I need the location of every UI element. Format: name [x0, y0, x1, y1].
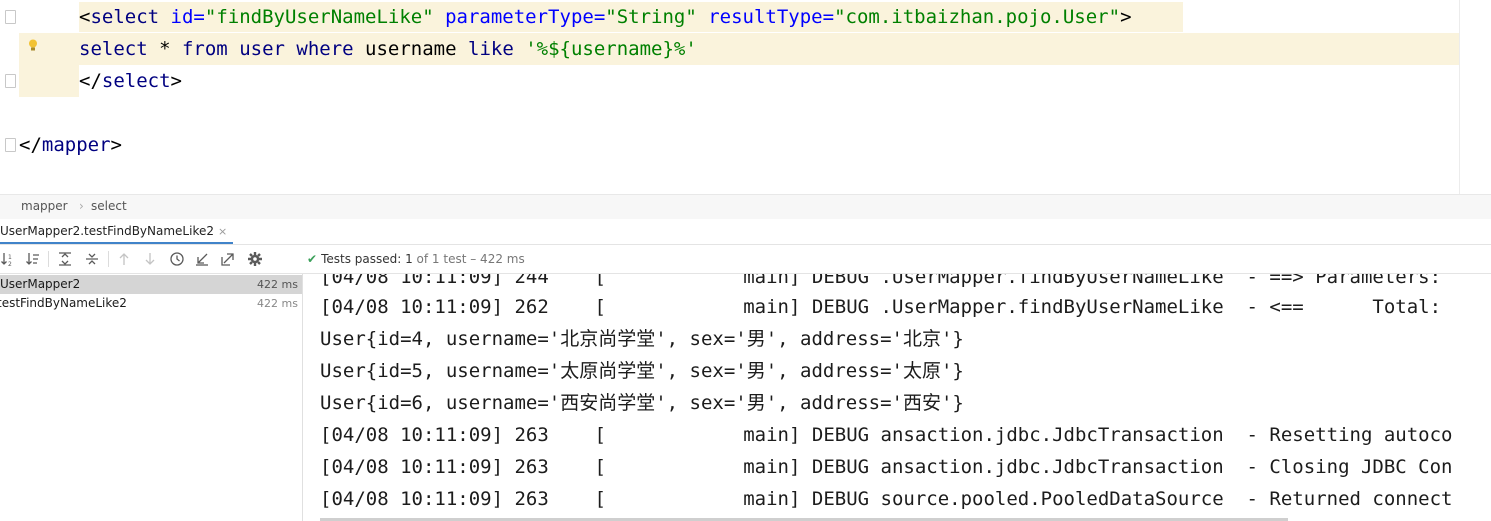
export-tests-icon[interactable]	[220, 251, 236, 267]
test-tree-row[interactable]: UserMapper2 422 ms	[0, 275, 302, 294]
test-method-name: testFindByNameLike2	[0, 296, 127, 310]
breadcrumb: mapper › select	[0, 194, 1491, 220]
console-line: User{id=6, username='西安尚学堂', sex='男', ad…	[320, 392, 964, 414]
test-tree: UserMapper2 422 ms testFindByNameLike2 4…	[0, 274, 303, 521]
editor-scroll-gutter[interactable]	[1459, 0, 1460, 194]
previous-failed-test-icon[interactable]	[116, 251, 132, 267]
code-token: resultType=	[708, 6, 835, 28]
console-line: [04/08 10:11:09] 263 [ main] DEBUG ansac…	[320, 424, 1453, 446]
intention-bulb-icon[interactable]	[28, 39, 38, 51]
code-token: >	[1120, 6, 1132, 28]
tab-label: UserMapper2.testFindByNameLike2	[0, 224, 214, 238]
code-token: </	[19, 134, 42, 156]
code-token: "findByUserNameLike"	[204, 6, 434, 28]
next-failed-test-icon[interactable]	[142, 251, 158, 267]
collapse-all-icon[interactable]	[84, 251, 100, 267]
code-token: </	[79, 70, 102, 92]
svg-text:2: 2	[8, 261, 12, 267]
toolbar-separator	[48, 251, 49, 267]
code-token: >	[170, 70, 182, 92]
code-token: where	[296, 38, 354, 60]
code-token: like	[468, 38, 514, 60]
test-status-label: Tests passed:	[321, 252, 406, 266]
code-token: mapper	[41, 134, 111, 156]
code-token: from	[181, 38, 228, 60]
code-token: <	[79, 6, 91, 28]
breadcrumb-item-mapper[interactable]: mapper	[21, 199, 68, 213]
breadcrumb-item-select[interactable]: select	[91, 199, 127, 213]
test-duration: 422 ms	[257, 297, 298, 310]
console-line: [04/08 10:11:09] 263 [ main] DEBUG sourc…	[320, 488, 1453, 510]
code-line: <select id="findByUserNameLike" paramete…	[79, 1, 1132, 33]
test-class-name: UserMapper2	[0, 277, 81, 291]
test-status: ✔ Tests passed: 1 of 1 test – 422 ms	[307, 245, 525, 273]
test-runner-toolbar: 12 ✔ Tests passed: 1 of 1 test – 422 ms	[0, 245, 1491, 274]
code-line: </mapper>	[19, 129, 122, 161]
sort-by-duration-icon[interactable]	[25, 251, 41, 267]
console-line: User{id=5, username='太原尚学堂', sex='男', ad…	[320, 360, 964, 382]
console-line: User{id=4, username='北京尚学堂', sex='男', ad…	[320, 328, 964, 350]
test-history-icon[interactable]	[169, 251, 185, 267]
code-line: </select>	[79, 65, 182, 97]
code-token: select	[90, 6, 160, 28]
code-token: id=	[170, 6, 205, 28]
import-tests-icon[interactable]	[194, 251, 210, 267]
code-token: "String"	[605, 6, 697, 28]
code-token: parameterType=	[445, 6, 606, 28]
sort-alphabetically-icon[interactable]: 12	[0, 251, 16, 268]
console-output[interactable]: [04/08 10:11:09] 244 [ main] DEBUG .User…	[303, 274, 1491, 521]
code-token: >	[110, 134, 122, 156]
code-token: "com.itbaizhan.pojo.User"	[834, 6, 1121, 28]
code-token: username	[353, 38, 468, 60]
expand-all-icon[interactable]	[57, 251, 73, 267]
fold-marker-icon[interactable]	[5, 74, 16, 88]
code-token: *	[147, 38, 182, 60]
test-tree-row[interactable]: testFindByNameLike2 422 ms	[0, 294, 302, 313]
settings-icon[interactable]	[247, 251, 263, 267]
test-duration: 422 ms	[257, 278, 298, 291]
close-icon[interactable]: ×	[218, 225, 227, 238]
console-line: [04/08 10:11:09] 262 [ main] DEBUG .User…	[320, 296, 1453, 318]
tab-run-configuration[interactable]: UserMapper2.testFindByNameLike2 ×	[0, 219, 234, 244]
toolbar-separator	[108, 251, 109, 267]
fold-marker-icon[interactable]	[5, 138, 16, 152]
console-line: [04/08 10:11:09] 263 [ main] DEBUG ansac…	[320, 456, 1453, 478]
fold-marker-icon[interactable]	[5, 10, 16, 24]
current-line-highlight	[19, 65, 79, 97]
code-token: user	[239, 38, 285, 60]
svg-text:1: 1	[8, 254, 12, 261]
test-passed-check-icon: ✔	[307, 252, 318, 266]
test-passed-count: 1	[405, 252, 413, 266]
breadcrumb-separator-icon: ›	[79, 199, 84, 213]
run-tab-bar: UserMapper2.testFindByNameLike2 ×	[0, 219, 1491, 245]
code-token: select	[79, 38, 148, 60]
code-line: select * from user where username like '…	[79, 33, 697, 65]
test-status-detail: of 1 test – 422 ms	[412, 252, 525, 266]
code-token: select	[101, 70, 171, 92]
code-token: '%${username}%'	[525, 38, 697, 60]
code-editor[interactable]: <select id="findByUserNameLike" paramete…	[0, 0, 1491, 194]
